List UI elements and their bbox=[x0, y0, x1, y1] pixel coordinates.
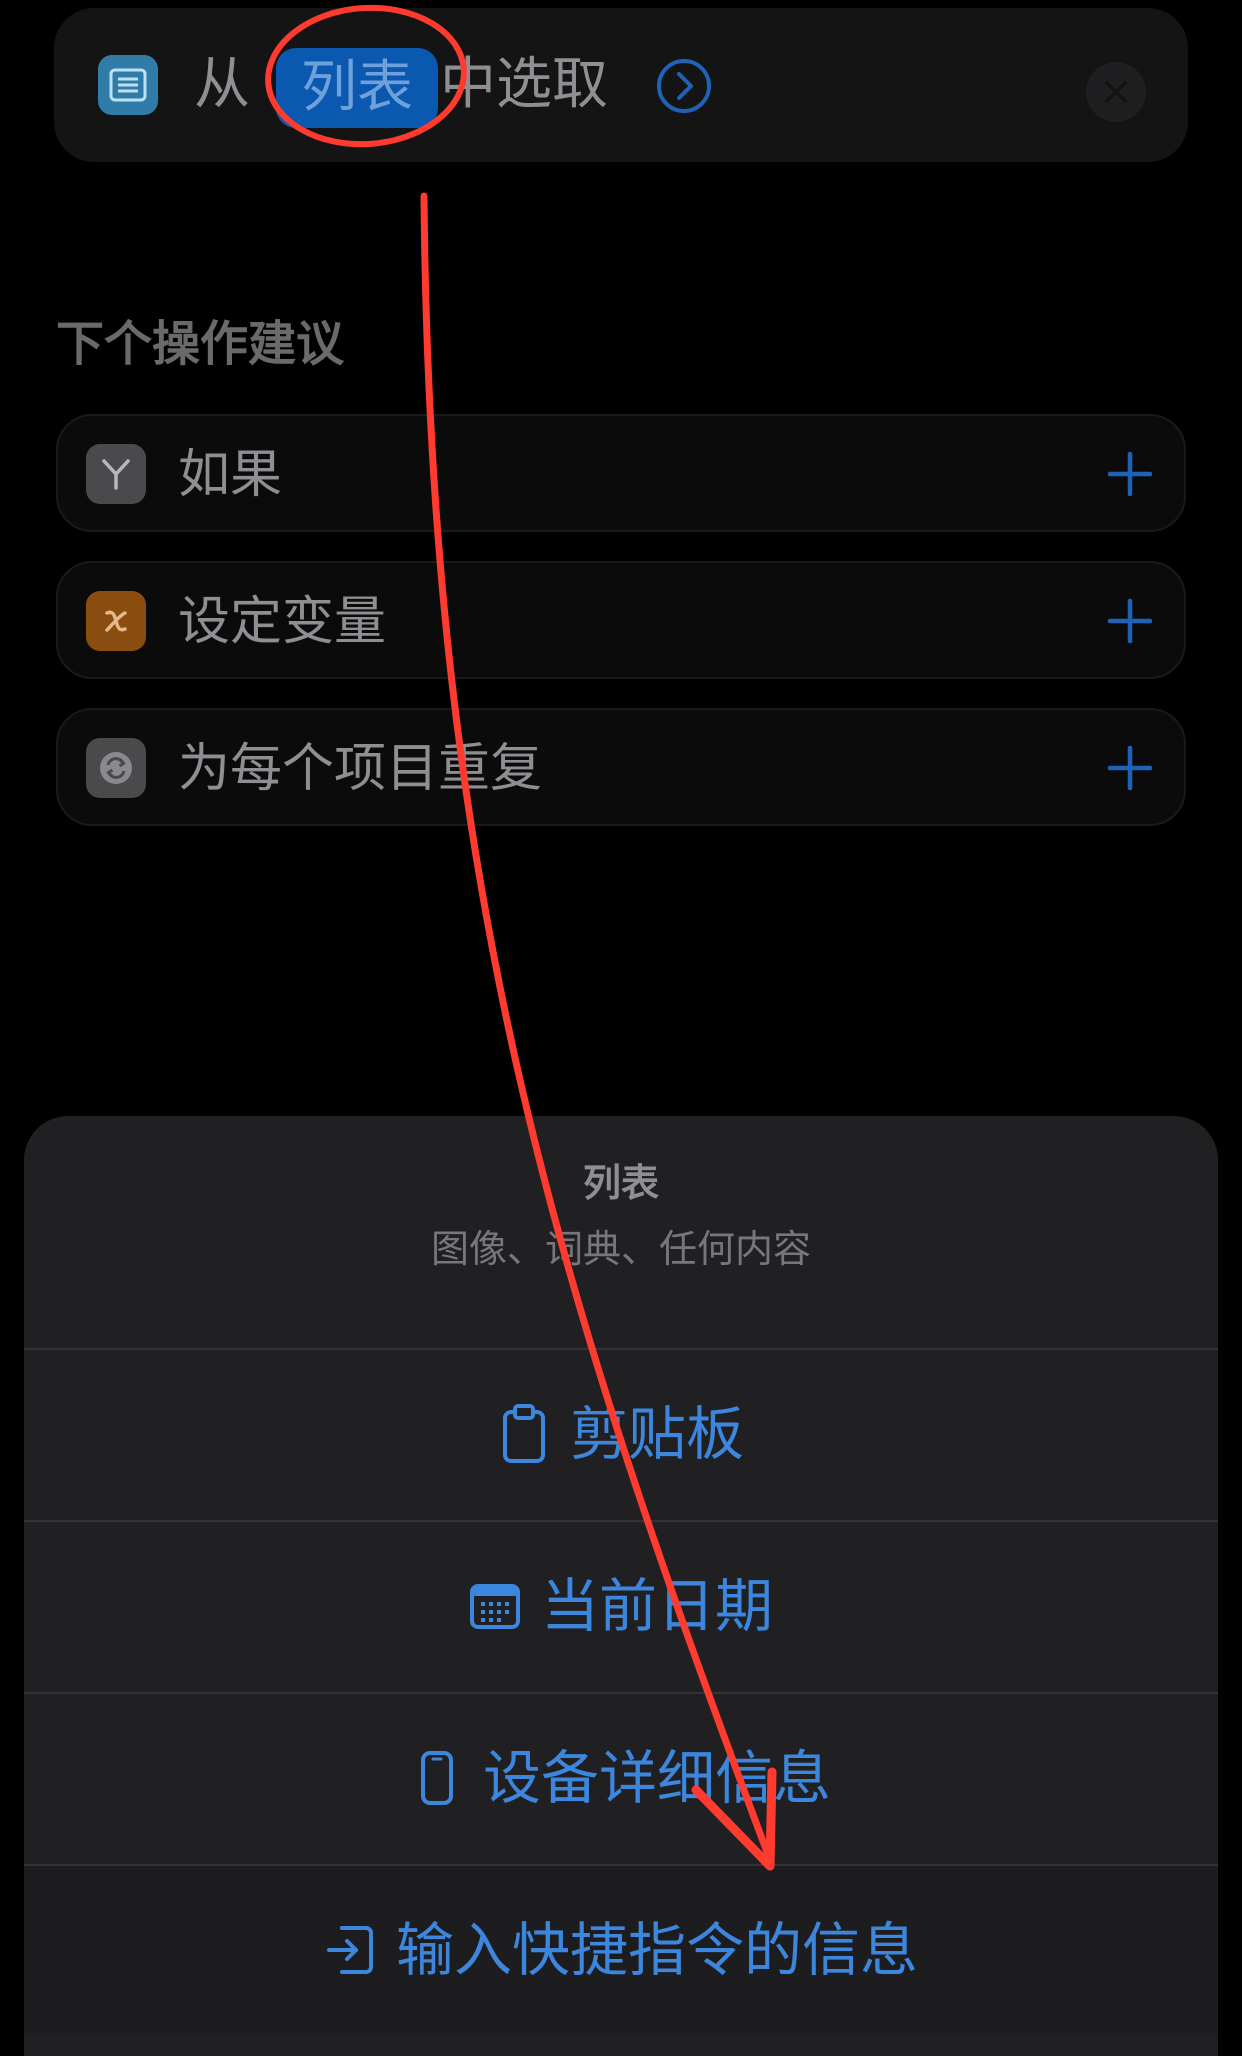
plus-icon[interactable] bbox=[1106, 450, 1154, 498]
suggestion-label: 如果 bbox=[178, 445, 283, 505]
plus-icon[interactable] bbox=[1106, 597, 1154, 645]
calendar-icon bbox=[469, 1576, 521, 1636]
option-label: 输入快捷指令的信息 bbox=[395, 1916, 918, 1984]
close-icon[interactable] bbox=[1086, 62, 1146, 122]
fork-icon bbox=[86, 444, 146, 504]
picker-option-clipboard[interactable]: 剪贴板 bbox=[24, 1348, 1218, 1518]
suggestions-heading: 下个操作建议 bbox=[56, 316, 345, 372]
list-variable-token[interactable]: 列表 bbox=[276, 48, 438, 128]
action-suffix: 中选取 bbox=[440, 52, 608, 117]
picker-header: 列表 图像、词典、任何内容 bbox=[24, 1116, 1218, 1348]
variable-picker-sheet: 列表 图像、词典、任何内容 剪贴板 当前日期 设备详细信息 输入快捷指令的信息 bbox=[24, 1116, 1218, 2056]
action-prefix: 从 bbox=[194, 52, 250, 117]
action-card[interactable]: 从 列表 中选取 bbox=[54, 8, 1188, 162]
list-icon bbox=[98, 55, 158, 115]
plus-icon[interactable] bbox=[1106, 744, 1154, 792]
picker-option-shortcut-input[interactable]: 输入快捷指令的信息 bbox=[24, 1864, 1218, 2034]
picker-option-current-date[interactable]: 当前日期 bbox=[24, 1520, 1218, 1690]
option-label: 剪贴板 bbox=[569, 1400, 744, 1468]
variable-x-icon bbox=[86, 591, 146, 651]
picker-title: 列表 bbox=[582, 1161, 659, 1205]
picker-subtitle: 图像、词典、任何内容 bbox=[430, 1227, 811, 1271]
picker-option-device-details[interactable]: 设备详细信息 bbox=[24, 1692, 1218, 1862]
suggestion-label: 为每个项目重复 bbox=[178, 739, 543, 799]
phone-icon bbox=[411, 1748, 463, 1808]
suggestion-repeat-each[interactable]: 为每个项目重复 bbox=[56, 708, 1186, 826]
shortcut-input-icon bbox=[324, 1920, 376, 1980]
suggestion-set-variable[interactable]: 设定变量 bbox=[56, 561, 1186, 679]
clipboard-icon bbox=[498, 1404, 550, 1464]
option-label: 当前日期 bbox=[540, 1572, 773, 1640]
repeat-icon bbox=[86, 738, 146, 798]
suggestion-if[interactable]: 如果 bbox=[56, 414, 1186, 532]
suggestion-label: 设定变量 bbox=[178, 592, 387, 652]
option-label: 设备详细信息 bbox=[482, 1744, 831, 1812]
chevron-right-circle-icon[interactable] bbox=[656, 58, 712, 114]
